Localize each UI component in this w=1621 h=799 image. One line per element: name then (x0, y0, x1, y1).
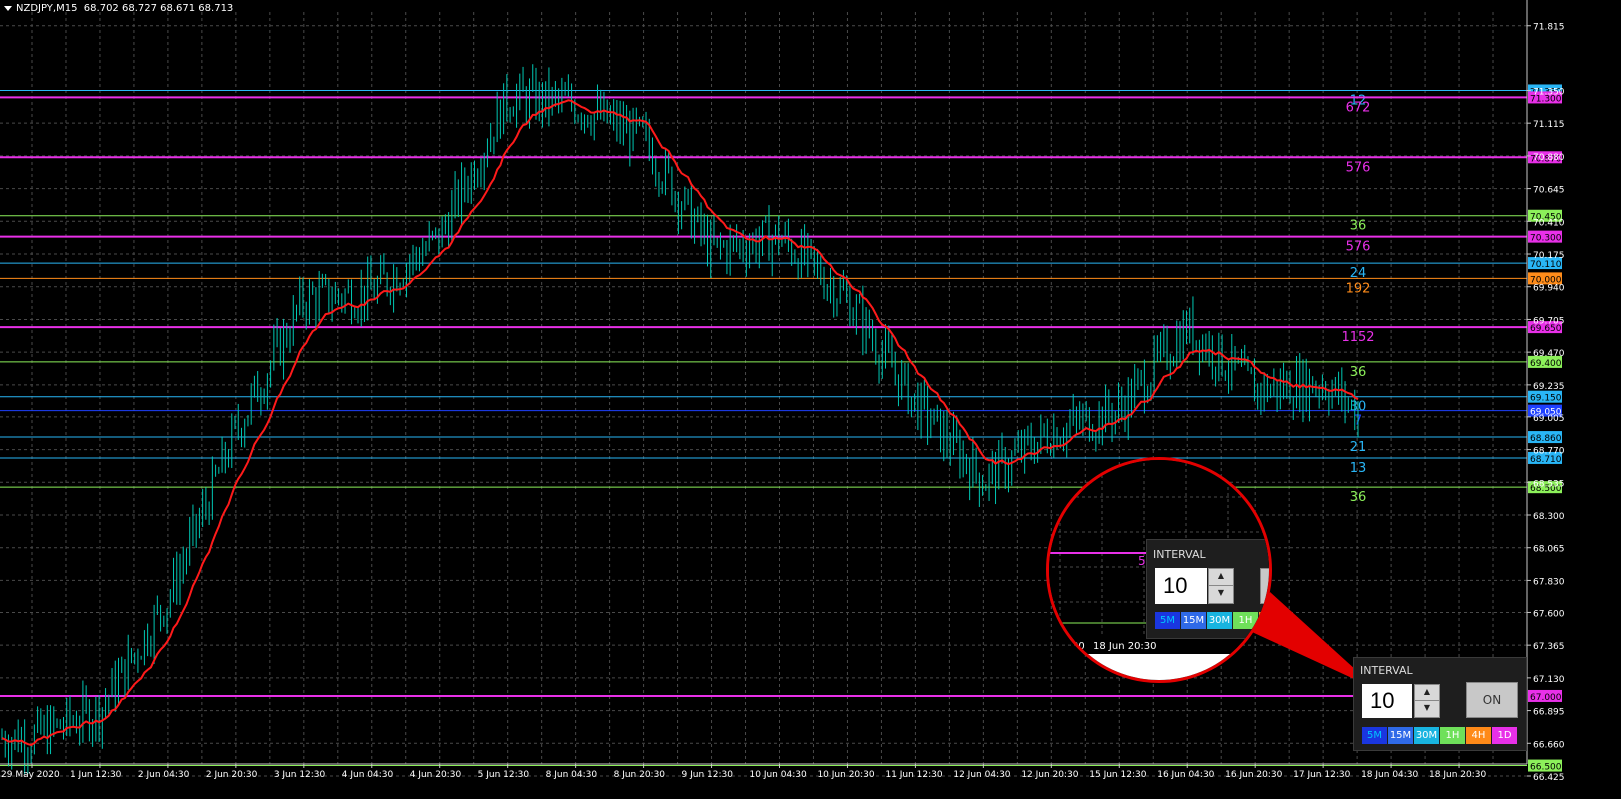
time-tick-label: 4 Jun 20:30 (410, 770, 462, 780)
on-button[interactable]: ON (1466, 682, 1518, 718)
stepper-down-icon[interactable]: ▼ (1415, 701, 1439, 717)
price-tick-label: 69.235 (1533, 382, 1565, 392)
magnified-interval-label: INTERVAL (1153, 548, 1206, 561)
magnified-interval-input: 10 (1155, 568, 1207, 604)
timeframe-button-30m[interactable]: 30M (1414, 727, 1439, 744)
price-tick-label: 69.470 (1533, 349, 1565, 359)
magnified-interval-panel: INTERVAL 10 ▲ ▼ 5M15M30M1H4H1D (1146, 539, 1269, 639)
timeframe-buttons: 5M 15M 30M 1H 4H 1D (1362, 727, 1518, 744)
level-price-label: 70.300 (1530, 234, 1562, 244)
time-tick-label: 3 Jun 12:30 (274, 770, 326, 780)
time-tick-label: 11 Jun 12:30 (885, 770, 942, 780)
magnified-stepper: ▲ ▼ (1208, 568, 1234, 604)
interval-stepper[interactable]: ▲ ▼ (1414, 684, 1440, 718)
level-count-label: 576 (1346, 160, 1371, 175)
price-tick-label: 71.815 (1533, 23, 1565, 33)
level-price-label: 70.110 (1530, 260, 1562, 270)
level-count-label: 576 (1346, 240, 1371, 255)
price-tick-label: 71.115 (1533, 120, 1565, 130)
time-tick-label: 12 Jun 20:30 (1021, 770, 1078, 780)
level-price-label: 69.400 (1530, 359, 1562, 369)
level-count-label: 1152 (1341, 330, 1374, 345)
magnified-partial-time: 30 (1072, 641, 1085, 652)
level-count-label: 672 (1346, 100, 1371, 115)
timeframe-button-15m: 15M (1181, 612, 1206, 629)
magnifier-circle: 5 30 18 Jun 20:30 INTERVAL 10 ▲ ▼ 5M 15M 3… (1046, 457, 1272, 683)
time-tick-label: 5 Jun 12:30 (478, 770, 530, 780)
price-tick-label: 70.880 (1533, 153, 1565, 163)
timeframe-button-30m: 30M (1207, 612, 1232, 629)
time-tick-label: 17 Jun 12:30 (1293, 770, 1350, 780)
interval-input[interactable]: 10 (1362, 684, 1412, 718)
price-tick-label: 69.005 (1533, 414, 1565, 424)
symbol-label: NZDJPY,M15 (16, 3, 78, 14)
level-price-label: 69.150 (1530, 394, 1562, 404)
level-price-label: 68.860 (1530, 434, 1562, 444)
price-tick-label: 67.600 (1533, 609, 1565, 619)
time-tick-label: 15 Jun 12:30 (1089, 770, 1146, 780)
price-tick-label: 70.410 (1533, 218, 1565, 228)
time-tick-label: 12 Jun 04:30 (953, 770, 1010, 780)
price-tick-label: 70.645 (1533, 186, 1565, 196)
level-count-label: 36 (1350, 490, 1367, 505)
magnified-stepper-down-icon: ▼ (1217, 588, 1225, 597)
chart-title: NZDJPY,M15 68.702 68.727 68.671 68.713 (4, 3, 233, 14)
price-tick-label: 66.895 (1533, 708, 1565, 718)
level-count-label: 36 (1350, 219, 1367, 234)
level-price-label: 66.500 (1530, 763, 1562, 773)
timeframe-button-15m[interactable]: 15M (1388, 727, 1413, 744)
time-tick-label: 8 Jun 20:30 (614, 770, 666, 780)
magnified-timeframe-buttons: 5M15M30M1H4H1D (1155, 612, 1269, 629)
dropdown-triangle-icon[interactable] (4, 5, 12, 11)
level-count-label: 192 (1346, 281, 1371, 296)
price-tick-label: 69.940 (1533, 284, 1565, 294)
magnified-level-count: 5 (1138, 554, 1146, 568)
price-tick-label: 69.705 (1533, 316, 1565, 326)
interval-label: INTERVAL (1360, 664, 1413, 677)
price-tick-label: 68.300 (1533, 512, 1565, 522)
magnified-time-label: 18 Jun 20:30 (1093, 641, 1157, 652)
time-tick-label: 29 May 2020 (1, 770, 60, 780)
price-tick-label: 70.175 (1533, 251, 1565, 261)
price-tick-label: 71.350 (1533, 87, 1565, 97)
time-tick-label: 2 Jun 04:30 (138, 770, 190, 780)
price-tick-label: 66.660 (1533, 740, 1565, 750)
timeframe-button-4h[interactable]: 4H (1466, 727, 1491, 744)
time-tick-label: 16 Jun 20:30 (1225, 770, 1282, 780)
level-count-label: 21 (1350, 440, 1367, 455)
price-tick-label: 68.065 (1533, 545, 1565, 555)
price-tick-label: 67.365 (1533, 642, 1565, 652)
level-count-label: 13 (1350, 461, 1367, 476)
time-tick-label: 18 Jun 04:30 (1361, 770, 1418, 780)
price-tick-label: 67.130 (1533, 675, 1565, 685)
time-tick-label: 1 Jun 12:30 (70, 770, 122, 780)
time-tick-label: 4 Jun 04:30 (342, 770, 394, 780)
price-tick-label: 68.535 (1533, 479, 1565, 489)
level-price-label: 67.000 (1530, 693, 1562, 703)
time-tick-label: 16 Jun 04:30 (1157, 770, 1214, 780)
level-count-label: 36 (1350, 365, 1367, 380)
timeframe-button-1d[interactable]: 1D (1492, 727, 1517, 744)
stepper-up-icon[interactable]: ▲ (1415, 685, 1439, 701)
time-tick-label: 18 Jun 20:30 (1429, 770, 1486, 780)
time-tick-label: 10 Jun 04:30 (750, 770, 807, 780)
interval-panel: INTERVAL 10 ▲ ▼ ON 5M 15M 30M 1H 4H 1D (1353, 657, 1527, 751)
price-tick-label: 67.830 (1533, 577, 1565, 587)
time-tick-label: 8 Jun 04:30 (546, 770, 598, 780)
time-tick-label: 2 Jun 20:30 (206, 770, 258, 780)
timeframe-button-5m[interactable]: 5M (1362, 727, 1387, 744)
timeframe-button-1h: 1H (1233, 612, 1258, 629)
price-tick-label: 66.425 (1533, 773, 1565, 783)
price-tick-label: 68.770 (1533, 447, 1565, 457)
magnified-stepper-up-icon: ▲ (1209, 569, 1233, 586)
timeframe-button-1h[interactable]: 1H (1440, 727, 1465, 744)
time-tick-label: 10 Jun 20:30 (817, 770, 874, 780)
timeframe-button-5m: 5M (1155, 612, 1180, 629)
time-tick-label: 9 Jun 12:30 (682, 770, 734, 780)
ohlc-values: 68.702 68.727 68.671 68.713 (83, 3, 234, 14)
